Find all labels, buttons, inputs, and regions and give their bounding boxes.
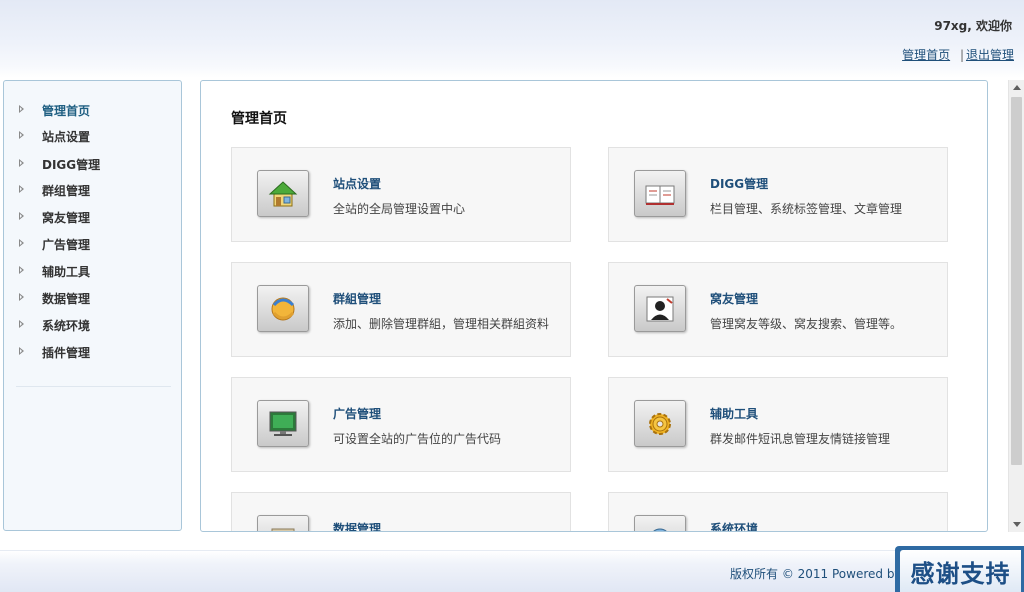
group-icon <box>257 285 309 332</box>
sidebar-item-users[interactable]: 窝友管理 <box>4 207 181 227</box>
vertical-scrollbar[interactable] <box>1008 80 1024 532</box>
database-icon <box>257 515 309 531</box>
scroll-down-icon[interactable] <box>1009 517 1024 532</box>
sidebar-item-site-settings[interactable]: 站点设置 <box>4 126 181 146</box>
card-title: 窝友管理 <box>710 292 759 306</box>
card-groups[interactable]: 群組管理 添加、删除管理群組，管理相关群組资料 <box>231 262 571 357</box>
top-links: 管理首页 | 退出管理 <box>902 46 1014 63</box>
user-icon <box>634 285 686 332</box>
arrow-right-icon <box>19 293 24 301</box>
sidebar-item-label: DIGG管理 <box>42 158 101 172</box>
card-ads[interactable]: 广告管理 可设置全站的广告位的广告代码 <box>231 377 571 472</box>
arrow-right-icon <box>19 212 24 220</box>
header-bar: 97xg, 欢迎你 管理首页 | 退出管理 <box>0 0 1024 78</box>
welcome-text: 97xg, 欢迎你 <box>934 19 1012 33</box>
arrow-right-icon <box>19 159 24 167</box>
sidebar-item-label: 辅助工具 <box>42 265 91 279</box>
admin-home-link[interactable]: 管理首页 <box>902 48 950 62</box>
arrow-right-icon <box>19 239 24 247</box>
sidebar-menu: 管理首页 站点设置 DIGG管理 群组管理 窝友管理 广告管理 辅助工具 数据管… <box>3 80 182 531</box>
home-icon <box>257 170 309 217</box>
sidebar-item-label: 插件管理 <box>42 346 91 360</box>
sidebar-item-label: 群组管理 <box>42 184 91 198</box>
sidebar-item-label: 站点设置 <box>42 130 91 144</box>
card-title: 站点设置 <box>333 177 382 191</box>
sidebar-item-digg[interactable]: DIGG管理 <box>4 154 181 174</box>
sidebar-divider <box>16 386 171 387</box>
arrow-right-icon <box>19 185 24 193</box>
card-description: 全站的全局管理设置中心 <box>333 202 466 216</box>
thanks-badge[interactable]: 感谢支持 <box>895 546 1024 592</box>
card-description: 添加、删除管理群組，管理相关群組资料 <box>333 317 550 331</box>
card-title: DIGG管理 <box>710 177 769 191</box>
sidebar-item-label: 广告管理 <box>42 238 91 252</box>
sidebar-item-ads[interactable]: 广告管理 <box>4 234 181 254</box>
sidebar-item-label: 数据管理 <box>42 292 91 306</box>
sidebar-item-label: 管理首页 <box>42 104 91 118</box>
card-system[interactable]: 系统环境 <box>608 492 948 532</box>
arrow-right-icon <box>19 266 24 274</box>
sidebar-item-groups[interactable]: 群组管理 <box>4 180 181 200</box>
gear-icon <box>634 400 686 447</box>
sidebar-item-tools[interactable]: 辅助工具 <box>4 261 181 281</box>
copyright-text: 版权所有 © 2011 Powered by <box>730 567 902 581</box>
card-description: 栏目管理、系统标签管理、文章管理 <box>710 202 903 216</box>
main-panel: 管理首页 站点设置 全站的全局管理设置中心 DIGG管理 栏目管理、系统标签管理… <box>200 80 988 532</box>
card-title: 辅助工具 <box>710 407 759 421</box>
sidebar-item-plugins[interactable]: 插件管理 <box>4 342 181 362</box>
scroll-up-icon[interactable] <box>1009 80 1024 95</box>
card-title: 广告管理 <box>333 407 382 421</box>
arrow-right-icon <box>19 105 24 113</box>
card-title: 数据管理 <box>333 522 382 532</box>
thanks-badge-label: 感谢支持 <box>900 550 1021 592</box>
card-title: 系统环境 <box>710 522 759 532</box>
arrow-right-icon <box>19 320 24 328</box>
link-separator: | <box>959 48 964 62</box>
sidebar-item-admin-home[interactable]: 管理首页 <box>4 100 181 120</box>
card-digg[interactable]: DIGG管理 栏目管理、系统标签管理、文章管理 <box>608 147 948 242</box>
sidebar-item-label: 窝友管理 <box>42 211 91 225</box>
logout-link[interactable]: 退出管理 <box>966 48 1014 62</box>
monitor-icon <box>257 400 309 447</box>
sidebar-item-system[interactable]: 系统环境 <box>4 315 181 335</box>
card-description: 管理窝友等级、窝友搜索、管理等。 <box>710 317 903 331</box>
scrollbar-thumb[interactable] <box>1011 97 1022 465</box>
page-title: 管理首页 <box>231 111 287 127</box>
book-icon <box>634 170 686 217</box>
sidebar-item-label: 系统环境 <box>42 319 91 333</box>
card-data[interactable]: 数据管理 <box>231 492 571 532</box>
arrow-right-icon <box>19 131 24 139</box>
card-users[interactable]: 窝友管理 管理窝友等级、窝友搜索、管理等。 <box>608 262 948 357</box>
arrow-right-icon <box>19 347 24 355</box>
card-tools[interactable]: 辅助工具 群发邮件短讯息管理友情链接管理 <box>608 377 948 472</box>
footer-bar: 版权所有 © 2011 Powered by <box>0 550 1024 592</box>
sidebar-item-data[interactable]: 数据管理 <box>4 288 181 308</box>
card-site-settings[interactable]: 站点设置 全站的全局管理设置中心 <box>231 147 571 242</box>
card-title: 群組管理 <box>333 292 382 306</box>
card-description: 群发邮件短讯息管理友情链接管理 <box>710 432 891 446</box>
globe-icon <box>634 515 686 531</box>
card-description: 可设置全站的广告位的广告代码 <box>333 432 502 446</box>
